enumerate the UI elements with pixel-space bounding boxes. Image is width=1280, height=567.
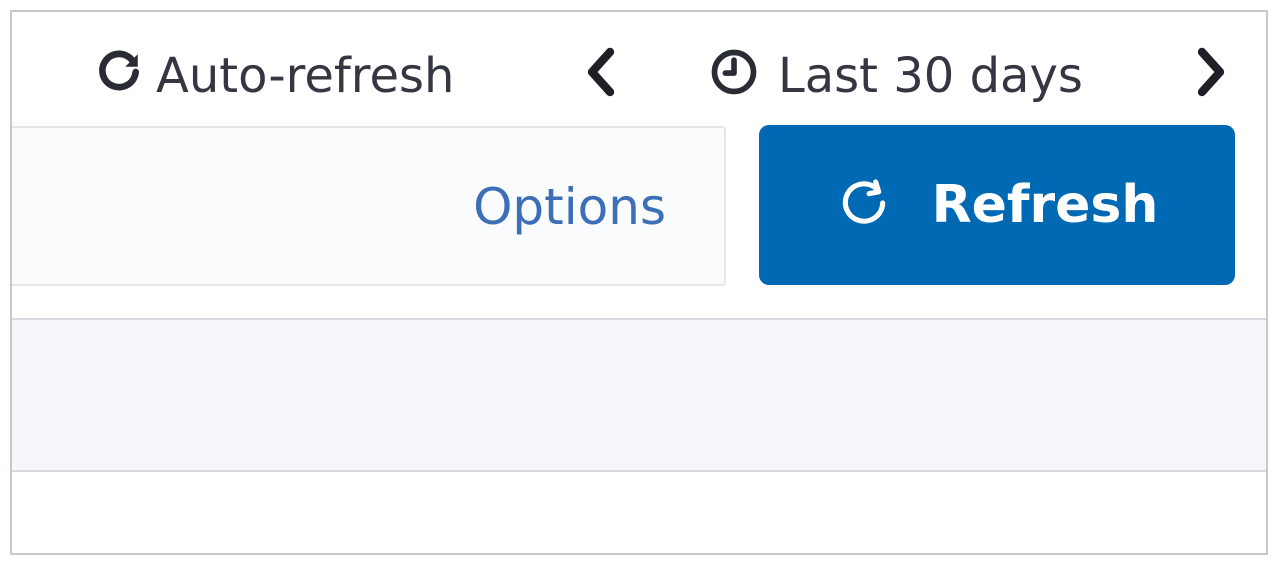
options-link[interactable]: Options: [473, 182, 666, 232]
refresh-icon: [836, 175, 932, 235]
auto-refresh-label: Auto-refresh: [156, 48, 455, 104]
time-toolbar: Auto-refresh Last 30 days: [12, 12, 1266, 122]
chevron-left-icon: [582, 46, 622, 106]
refresh-icon: [94, 47, 156, 105]
date-range-picker[interactable]: Last 30 days: [708, 36, 1083, 116]
date-range-label: Last 30 days: [778, 48, 1083, 104]
clock-icon: [708, 46, 778, 106]
chevron-right-icon: [1190, 46, 1230, 106]
previous-period-button[interactable]: [582, 36, 622, 116]
refresh-button-label: Refresh: [931, 175, 1159, 235]
app-frame: Auto-refresh Last 30 days Options Refres…: [10, 10, 1268, 555]
query-options-field[interactable]: Options: [12, 126, 726, 286]
next-period-button[interactable]: [1190, 36, 1230, 116]
refresh-button[interactable]: Refresh: [759, 125, 1235, 285]
auto-refresh-toggle[interactable]: Auto-refresh: [94, 36, 454, 116]
panel-header-band: [12, 318, 1266, 472]
